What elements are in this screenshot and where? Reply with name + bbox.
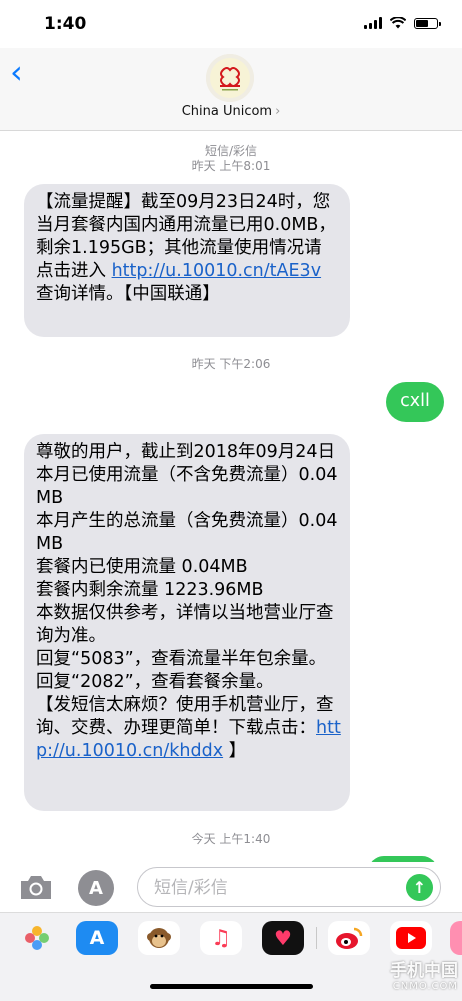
message-input-field[interactable]: ↑ bbox=[137, 867, 441, 907]
status-bar: 1:40 bbox=[0, 0, 462, 48]
message-line: 套餐内剩余流量 1223.96MB bbox=[36, 580, 264, 600]
play-icon bbox=[396, 927, 426, 949]
conversation-header: ‹ China Unicom › bbox=[0, 48, 462, 131]
weibo-app-icon[interactable] bbox=[328, 921, 370, 955]
wifi-icon bbox=[390, 17, 406, 29]
message-text: 】 bbox=[223, 741, 247, 761]
message-line: 套餐内已使用流量 0.04MB bbox=[36, 557, 248, 577]
partial-app-icon[interactable] bbox=[450, 921, 462, 955]
message-text: 【发短信太麻烦？使用手机营业厅，查询、交费、办理更简单！下载点击： bbox=[36, 695, 334, 738]
message-link[interactable]: http://u.10010.cn/tAE3v bbox=[112, 261, 322, 281]
contact-name: China Unicom bbox=[181, 104, 273, 119]
timestamp-label: 今天 上午1:40 bbox=[191, 832, 271, 846]
music-app-icon[interactable]: ♫ bbox=[200, 921, 242, 955]
china-unicom-logo-icon bbox=[206, 54, 254, 102]
message-type-label: 短信/彩信 bbox=[204, 144, 258, 158]
message-line: 本月产生的总流量（含免费流量）0.04MB bbox=[36, 511, 338, 554]
divider bbox=[316, 927, 317, 949]
message-line: 回复“5083”，查看流量半年包余量。 bbox=[36, 649, 327, 669]
app-store-app-icon[interactable]: A bbox=[76, 921, 118, 955]
message-text: 查询详情。【中国联通】 bbox=[36, 284, 220, 304]
message-line: 本数据仅供参考，详情以当地营业厅查询为准。 bbox=[36, 603, 334, 646]
incoming-message-bubble[interactable]: 【流量提醒】截至09月23日24时，您当月套餐内国内通用流量已用0.0MB，剩余… bbox=[24, 184, 350, 337]
back-chevron-icon[interactable]: ‹ bbox=[10, 56, 23, 88]
chevron-right-icon: › bbox=[275, 104, 281, 119]
photos-icon bbox=[25, 926, 49, 950]
animoji-app-icon[interactable] bbox=[138, 921, 180, 955]
message-input[interactable] bbox=[152, 874, 396, 902]
app-store-icon[interactable]: A bbox=[78, 870, 114, 906]
watermark: 手机中国 CNMO.COM bbox=[390, 956, 458, 992]
timestamp-label: 昨天 下午2:06 bbox=[191, 357, 271, 371]
home-indicator[interactable] bbox=[150, 984, 313, 989]
photos-app-icon[interactable] bbox=[16, 921, 58, 955]
youtube-app-icon[interactable] bbox=[390, 921, 432, 955]
status-time: 1:40 bbox=[44, 14, 87, 34]
message-line: 【发短信太麻烦？使用手机营业厅，查询、交费、办理更简单！下载点击：http://… bbox=[36, 694, 342, 763]
incoming-message-bubble[interactable]: 尊敬的用户，截止到2018年09月24日 本月已使用流量（不含免费流量）0.04… bbox=[24, 434, 350, 811]
camera-icon[interactable] bbox=[18, 872, 54, 902]
signal-icon bbox=[364, 17, 382, 29]
contact-name-row[interactable]: China Unicom › bbox=[0, 104, 462, 119]
weibo-icon bbox=[336, 927, 363, 949]
message-line: 回复“2082”，查看套餐余量。 bbox=[36, 672, 274, 692]
watermark-line1: 手机中国 bbox=[390, 961, 458, 981]
message-line: 尊敬的用户，截止到2018年09月24日 bbox=[36, 442, 336, 462]
arrow-up-icon[interactable]: ↑ bbox=[406, 874, 433, 901]
monkey-icon bbox=[147, 928, 171, 948]
outgoing-message-bubble[interactable]: cxll bbox=[386, 382, 444, 422]
timestamp-header: 短信/彩信 昨天 上午8:01 bbox=[0, 144, 462, 174]
contact-avatar[interactable] bbox=[206, 54, 254, 102]
battery-icon bbox=[414, 17, 441, 29]
timestamp-label: 昨天 上午8:01 bbox=[191, 159, 271, 173]
message-line: 本月已使用流量（不含免费流量）0.04MB bbox=[36, 465, 338, 508]
digital-touch-app-icon[interactable]: ♥ bbox=[262, 921, 304, 955]
status-icons bbox=[364, 17, 441, 29]
watermark-line2: CNMO.COM bbox=[392, 981, 458, 992]
message-text: cxll bbox=[400, 391, 430, 411]
